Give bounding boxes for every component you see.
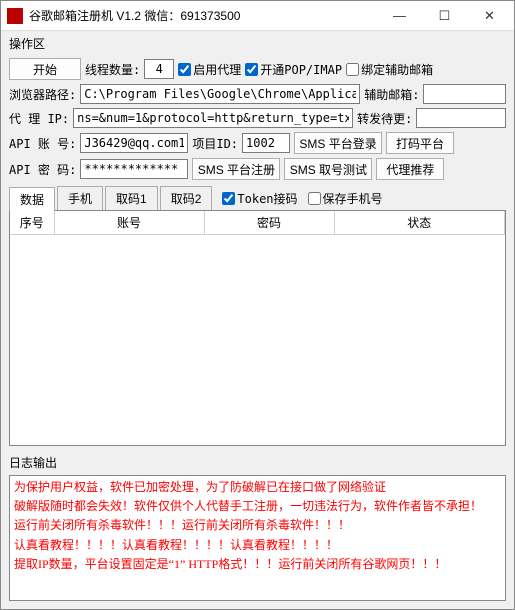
- col-status[interactable]: 状态: [334, 211, 505, 235]
- tab-code2[interactable]: 取码2: [160, 186, 213, 210]
- api-account-label: API 账 号:: [9, 135, 76, 152]
- close-button[interactable]: ✕: [467, 2, 512, 30]
- browser-path-input[interactable]: [80, 84, 360, 104]
- app-window: 谷歌邮箱注册机 V1.2 微信：691373500 — ☐ ✕ 操作区 开始 线…: [0, 0, 515, 610]
- aux-mail-input[interactable]: [423, 84, 506, 104]
- browser-path-label: 浏览器路径:: [9, 86, 76, 103]
- enable-proxy-checkbox-wrap[interactable]: 启用代理: [178, 61, 241, 78]
- sms-test-button[interactable]: SMS 取号测试: [284, 158, 372, 180]
- bind-aux-checkbox[interactable]: [346, 63, 359, 76]
- token-rx-checkbox[interactable]: [222, 192, 235, 205]
- token-rx-wrap[interactable]: Token接码: [222, 190, 297, 207]
- col-pwd[interactable]: 密码: [204, 211, 334, 235]
- tab-code1[interactable]: 取码1: [105, 186, 158, 210]
- bind-aux-checkbox-wrap[interactable]: 绑定辅助邮箱: [346, 61, 433, 78]
- project-id-input[interactable]: [242, 133, 290, 153]
- log-output[interactable]: 为保护用户权益，软件已加密处理，为了防破解已在接口做了网络验证破解版随时都会失效…: [9, 475, 506, 601]
- enable-pop-checkbox[interactable]: [245, 63, 258, 76]
- project-id-label: 项目ID:: [192, 135, 238, 152]
- maximize-button[interactable]: ☐: [422, 2, 467, 30]
- proxy-rec-button[interactable]: 代理推荐: [376, 158, 444, 180]
- app-icon: [7, 8, 23, 24]
- sms-reg-button[interactable]: SMS 平台注册: [192, 158, 280, 180]
- col-acc[interactable]: 账号: [54, 211, 204, 235]
- enable-proxy-checkbox[interactable]: [178, 63, 191, 76]
- table-header-row: 序号 账号 密码 状态: [10, 211, 505, 235]
- tab-phone[interactable]: 手机: [57, 186, 103, 210]
- log-line: 认真看教程！！！！认真看教程！！！！认真看教程！！！！: [14, 536, 501, 555]
- save-phone-label: 保存手机号: [323, 190, 383, 207]
- api-pwd-input[interactable]: [80, 159, 188, 179]
- aux-mail-label: 辅助邮箱:: [364, 86, 419, 103]
- tab-data[interactable]: 数据: [9, 187, 55, 211]
- enable-pop-checkbox-wrap[interactable]: 开通POP/IMAP: [245, 61, 342, 78]
- save-phone-wrap[interactable]: 保存手机号: [308, 190, 383, 207]
- enable-proxy-label: 启用代理: [193, 61, 241, 78]
- log-line: 提取IP数量，平台设置固定是“1” HTTP格式！！！运行前关闭所有谷歌网页！！…: [14, 555, 501, 574]
- token-rx-label: Token接码: [237, 190, 297, 207]
- col-seq[interactable]: 序号: [10, 211, 54, 235]
- dama-button[interactable]: 打码平台: [386, 132, 454, 154]
- log-line: 破解版随时都会失效！软件仅供个人代替手工注册，一切违法行为，软件作者皆不承担！: [14, 497, 501, 516]
- proxy-ip-label: 代 理 IP:: [9, 110, 69, 127]
- enable-pop-label: 开通POP/IMAP: [260, 61, 342, 78]
- window-title: 谷歌邮箱注册机 V1.2 微信：691373500: [29, 7, 377, 24]
- sms-login-button[interactable]: SMS 平台登录: [294, 132, 382, 154]
- start-button[interactable]: 开始: [9, 58, 81, 80]
- api-account-input[interactable]: [80, 133, 188, 153]
- forward-label: 转发待更:: [357, 110, 412, 127]
- threads-input[interactable]: [144, 59, 174, 79]
- data-table: 序号 账号 密码 状态: [10, 211, 505, 235]
- minimize-button[interactable]: —: [377, 2, 422, 30]
- data-table-wrap[interactable]: 序号 账号 密码 状态: [9, 210, 506, 446]
- titlebar: 谷歌邮箱注册机 V1.2 微信：691373500 — ☐ ✕: [1, 1, 514, 31]
- proxy-ip-input[interactable]: [73, 108, 353, 128]
- log-line: 为保护用户权益，软件已加密处理，为了防破解已在接口做了网络验证: [14, 478, 501, 497]
- forward-input[interactable]: [416, 108, 506, 128]
- log-section-label: 日志输出: [1, 450, 514, 473]
- bind-aux-label: 绑定辅助邮箱: [361, 61, 433, 78]
- api-pwd-label: API 密 码:: [9, 161, 76, 178]
- threads-label: 线程数量:: [85, 61, 140, 78]
- controls-area: 开始 线程数量: 启用代理 开通POP/IMAP 绑定辅助邮箱 浏览器路径: 辅…: [1, 54, 514, 184]
- log-area: 为保护用户权益，软件已加密处理，为了防破解已在接口做了网络验证破解版随时都会失效…: [9, 475, 506, 601]
- save-phone-checkbox[interactable]: [308, 192, 321, 205]
- tabs-bar: 数据 手机 取码1 取码2 Token接码 保存手机号: [1, 184, 514, 210]
- ops-section-label: 操作区: [1, 31, 514, 54]
- log-line: 运行前关闭所有杀毒软件！！！运行前关闭所有杀毒软件！！！: [14, 516, 501, 535]
